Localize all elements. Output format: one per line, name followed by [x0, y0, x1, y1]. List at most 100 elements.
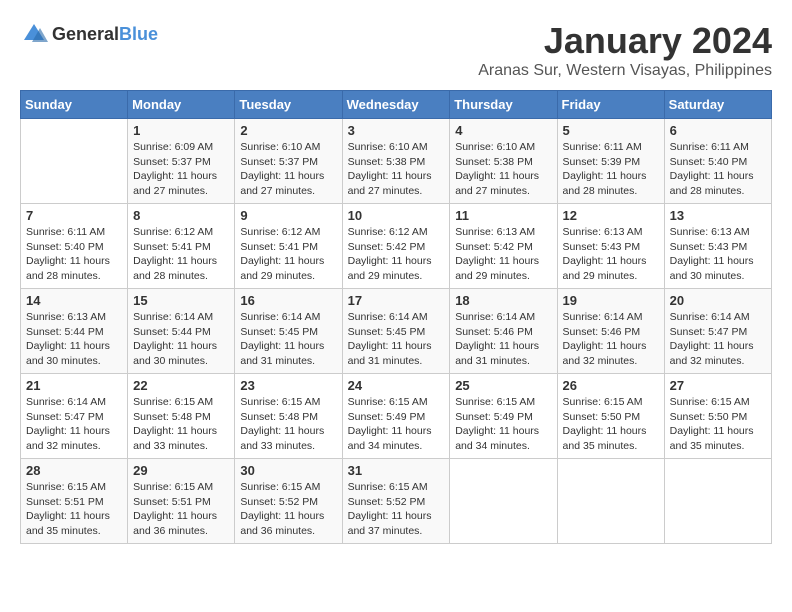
cell-info: Sunrise: 6:13 AMSunset: 5:44 PMDaylight:… [26, 310, 122, 369]
day-number: 23 [240, 378, 336, 393]
cell-info: Sunrise: 6:15 AMSunset: 5:50 PMDaylight:… [563, 395, 659, 454]
calendar-cell: 23Sunrise: 6:15 AMSunset: 5:48 PMDayligh… [235, 374, 342, 459]
cell-info: Sunrise: 6:15 AMSunset: 5:51 PMDaylight:… [133, 480, 229, 539]
day-number: 29 [133, 463, 229, 478]
calendar-cell: 30 Sunrise: 6:15 AMSunset: 5:52 PMDayligh… [235, 459, 342, 544]
day-number: 12 [563, 208, 659, 223]
calendar-cell: 19Sunrise: 6:14 AMSunset: 5:46 PMDayligh… [557, 289, 664, 374]
cell-info: Sunrise: 6:14 AMSunset: 5:45 PMDaylight:… [240, 310, 336, 369]
header-day-friday: Friday [557, 91, 664, 119]
cell-info: Sunrise: 6:13 AMSunset: 5:42 PMDaylight:… [455, 225, 551, 284]
day-number: 1 [133, 123, 229, 138]
header-day-saturday: Saturday [664, 91, 771, 119]
day-number: 19 [563, 293, 659, 308]
day-number: 5 [563, 123, 659, 138]
calendar-cell: 22Sunrise: 6:15 AMSunset: 5:48 PMDayligh… [128, 374, 235, 459]
cell-info: Sunrise: 6:15 AMSunset: 5:49 PMDaylight:… [455, 395, 551, 454]
calendar-cell: 14Sunrise: 6:13 AMSunset: 5:44 PMDayligh… [21, 289, 128, 374]
cell-info: Sunrise: 6:14 AMSunset: 5:46 PMDaylight:… [455, 310, 551, 369]
header-day-thursday: Thursday [450, 91, 557, 119]
day-number: 3 [348, 123, 445, 138]
day-number: 8 [133, 208, 229, 223]
calendar-cell: 2Sunrise: 6:10 AMSunset: 5:37 PMDaylight… [235, 119, 342, 204]
cell-info: Sunrise: 6:11 AMSunset: 5:39 PMDaylight:… [563, 140, 659, 199]
logo-general: General [52, 24, 119, 44]
cell-info: Sunrise: 6:14 AMSunset: 5:47 PMDaylight:… [26, 395, 122, 454]
cell-info: Sunrise: 6:10 AMSunset: 5:37 PMDaylight:… [240, 140, 336, 199]
calendar-cell: 15Sunrise: 6:14 AMSunset: 5:44 PMDayligh… [128, 289, 235, 374]
cell-info: Sunrise: 6:10 AMSunset: 5:38 PMDaylight:… [455, 140, 551, 199]
day-number: 6 [670, 123, 766, 138]
subtitle: Aranas Sur, Western Visayas, Philippines [478, 62, 772, 80]
cell-info: Sunrise: 6:15 AMSunset: 5:52 PMDaylight:… [348, 480, 445, 539]
day-number: 28 [26, 463, 122, 478]
header: GeneralBlue January 2024 Aranas Sur, Wes… [20, 20, 772, 80]
calendar-cell [21, 119, 128, 204]
calendar-cell: 4 Sunrise: 6:10 AMSunset: 5:38 PMDaylight… [450, 119, 557, 204]
day-number: 16 [240, 293, 336, 308]
week-row-2: 7Sunrise: 6:11 AMSunset: 5:40 PMDaylight… [21, 204, 772, 289]
calendar-cell: 24 Sunrise: 6:15 AMSunset: 5:49 PMDayligh… [342, 374, 450, 459]
title-area: January 2024 Aranas Sur, Western Visayas… [478, 20, 772, 80]
calendar-cell: 3 Sunrise: 6:10 AMSunset: 5:38 PMDaylight… [342, 119, 450, 204]
month-title: January 2024 [478, 20, 772, 62]
cell-info: Sunrise: 6:14 AMSunset: 5:44 PMDaylight:… [133, 310, 229, 369]
day-number: 4 [455, 123, 551, 138]
calendar-cell: 11 Sunrise: 6:13 AMSunset: 5:42 PMDayligh… [450, 204, 557, 289]
day-number: 13 [670, 208, 766, 223]
day-number: 26 [563, 378, 659, 393]
cell-info: Sunrise: 6:15 AMSunset: 5:49 PMDaylight:… [348, 395, 445, 454]
calendar-cell: 13Sunrise: 6:13 AMSunset: 5:43 PMDayligh… [664, 204, 771, 289]
calendar-cell: 12 Sunrise: 6:13 AMSunset: 5:43 PMDayligh… [557, 204, 664, 289]
logo-blue: Blue [119, 24, 158, 44]
week-row-3: 14Sunrise: 6:13 AMSunset: 5:44 PMDayligh… [21, 289, 772, 374]
week-row-5: 28 Sunrise: 6:15 AMSunset: 5:51 PMDayligh… [21, 459, 772, 544]
day-number: 27 [670, 378, 766, 393]
day-number: 7 [26, 208, 122, 223]
calendar-cell: 26 Sunrise: 6:15 AMSunset: 5:50 PMDayligh… [557, 374, 664, 459]
calendar-cell: 5 Sunrise: 6:11 AMSunset: 5:39 PMDaylight… [557, 119, 664, 204]
calendar-cell [557, 459, 664, 544]
day-number: 30 [240, 463, 336, 478]
calendar-cell: 20 Sunrise: 6:14 AMSunset: 5:47 PMDayligh… [664, 289, 771, 374]
header-day-wednesday: Wednesday [342, 91, 450, 119]
calendar-cell: 18 Sunrise: 6:14 AMSunset: 5:46 PMDayligh… [450, 289, 557, 374]
calendar-cell: 7Sunrise: 6:11 AMSunset: 5:40 PMDaylight… [21, 204, 128, 289]
header-row: SundayMondayTuesdayWednesdayThursdayFrid… [21, 91, 772, 119]
day-number: 20 [670, 293, 766, 308]
cell-info: Sunrise: 6:13 AMSunset: 5:43 PMDaylight:… [563, 225, 659, 284]
calendar-cell: 1Sunrise: 6:09 AMSunset: 5:37 PMDaylight… [128, 119, 235, 204]
day-number: 9 [240, 208, 336, 223]
cell-info: Sunrise: 6:15 AMSunset: 5:52 PMDaylight:… [240, 480, 336, 539]
header-day-sunday: Sunday [21, 91, 128, 119]
calendar-cell: 6 Sunrise: 6:11 AMSunset: 5:40 PMDaylight… [664, 119, 771, 204]
cell-info: Sunrise: 6:15 AMSunset: 5:51 PMDaylight:… [26, 480, 122, 539]
cell-info: Sunrise: 6:15 AMSunset: 5:48 PMDaylight:… [133, 395, 229, 454]
day-number: 25 [455, 378, 551, 393]
day-number: 17 [348, 293, 445, 308]
calendar-cell [450, 459, 557, 544]
header-day-monday: Monday [128, 91, 235, 119]
day-number: 24 [348, 378, 445, 393]
cell-info: Sunrise: 6:12 AMSunset: 5:41 PMDaylight:… [133, 225, 229, 284]
cell-info: Sunrise: 6:15 AMSunset: 5:50 PMDaylight:… [670, 395, 766, 454]
calendar-cell: 8 Sunrise: 6:12 AMSunset: 5:41 PMDaylight… [128, 204, 235, 289]
calendar-cell: 21Sunrise: 6:14 AMSunset: 5:47 PMDayligh… [21, 374, 128, 459]
cell-info: Sunrise: 6:12 AMSunset: 5:41 PMDaylight:… [240, 225, 336, 284]
day-number: 11 [455, 208, 551, 223]
calendar-cell: 25 Sunrise: 6:15 AMSunset: 5:49 PMDayligh… [450, 374, 557, 459]
calendar-cell: 28 Sunrise: 6:15 AMSunset: 5:51 PMDayligh… [21, 459, 128, 544]
calendar-cell: 16 Sunrise: 6:14 AMSunset: 5:45 PMDayligh… [235, 289, 342, 374]
cell-info: Sunrise: 6:10 AMSunset: 5:38 PMDaylight:… [348, 140, 445, 199]
day-number: 18 [455, 293, 551, 308]
calendar-cell [664, 459, 771, 544]
day-number: 31 [348, 463, 445, 478]
logo-icon [20, 20, 48, 48]
cell-info: Sunrise: 6:14 AMSunset: 5:45 PMDaylight:… [348, 310, 445, 369]
cell-info: Sunrise: 6:14 AMSunset: 5:47 PMDaylight:… [670, 310, 766, 369]
calendar-cell: 10Sunrise: 6:12 AMSunset: 5:42 PMDayligh… [342, 204, 450, 289]
cell-info: Sunrise: 6:11 AMSunset: 5:40 PMDaylight:… [670, 140, 766, 199]
calendar-cell: 9 Sunrise: 6:12 AMSunset: 5:41 PMDaylight… [235, 204, 342, 289]
calendar-cell: 17 Sunrise: 6:14 AMSunset: 5:45 PMDayligh… [342, 289, 450, 374]
day-number: 10 [348, 208, 445, 223]
